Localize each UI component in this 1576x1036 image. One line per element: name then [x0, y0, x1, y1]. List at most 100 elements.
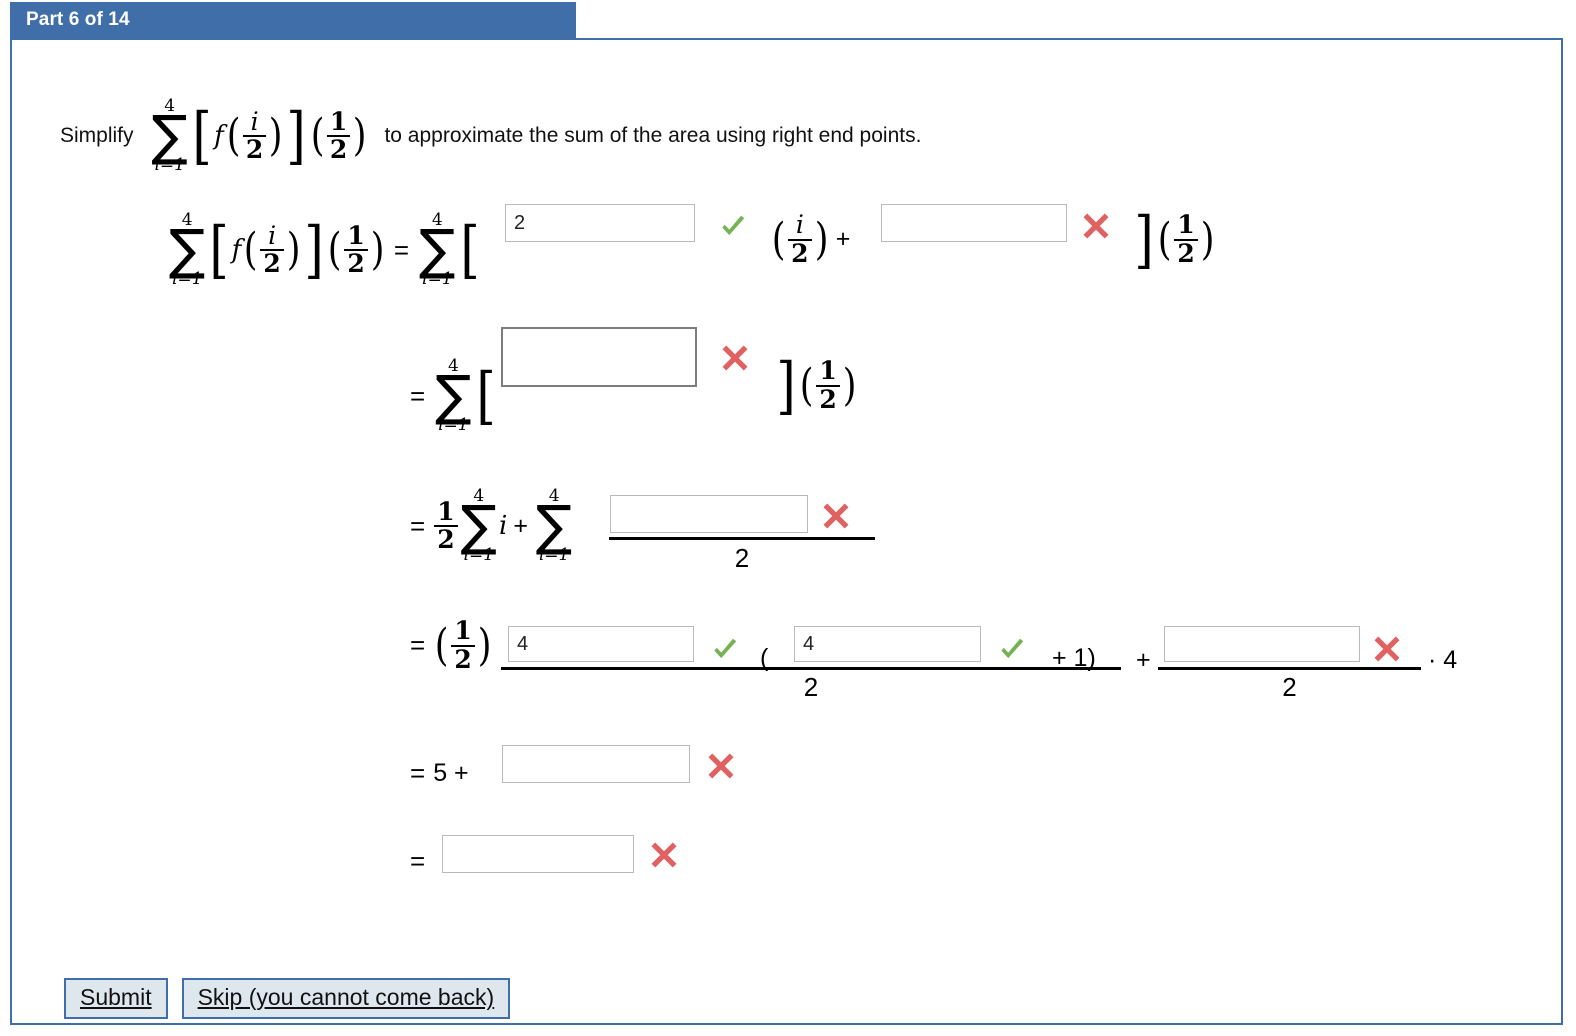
fraction-numerator: 1	[819, 356, 837, 385]
fraction-numerator: i	[268, 220, 277, 250]
sum-lower-limit: i=1	[538, 545, 570, 566]
fraction-bar-4a	[501, 667, 1121, 670]
equals-sign: =	[410, 510, 426, 541]
sum-lower-limit: i=1	[171, 269, 203, 290]
fraction-denominator: 2	[326, 135, 351, 164]
right-paren-icon: )	[477, 619, 492, 671]
cross-icon	[1081, 211, 1111, 241]
summation-symbol: 4 ∑ i=1	[435, 358, 471, 434]
prompt-line: Simplify 4 ∑ i=1 [ f ( i 2 ) ] ( 1 2 ) t…	[60, 98, 921, 174]
right-bracket-icon-2: ]	[1134, 202, 1154, 276]
left-bracket-icon: [	[192, 99, 212, 173]
fraction-numerator: i	[250, 106, 259, 136]
fraction-numerator: 1	[329, 106, 348, 136]
coefficient-one-half: 1 2	[451, 616, 475, 673]
part-header-tab: Part 6 of 14	[10, 2, 576, 38]
answer-input-4b[interactable]	[794, 626, 981, 662]
fraction-numerator: i	[795, 210, 804, 239]
summation-symbol-2: 4 ∑ i=1	[419, 212, 455, 288]
answer-input-6a[interactable]	[442, 835, 634, 873]
fraction-denominator: 2	[788, 238, 812, 268]
function-f-label: f	[231, 235, 242, 266]
left-paren-icon-2: (	[310, 110, 325, 162]
left-bracket-icon: [	[475, 359, 496, 433]
left-paren-icon: (	[799, 359, 814, 411]
fraction-denominator-4a: 2	[803, 672, 819, 702]
question-content-panel: Simplify 4 ∑ i=1 [ f ( i 2 ) ] ( 1 2 ) t…	[10, 38, 1563, 1025]
fraction-denominator: 2	[816, 384, 840, 414]
left-bracket-icon: [	[209, 213, 230, 287]
sigma-glyph: ∑	[151, 104, 188, 167]
index-variable: i	[498, 511, 508, 542]
sum-lower-limit: i=1	[154, 155, 185, 176]
right-paren-icon-2: )	[370, 224, 385, 276]
check-icon	[710, 635, 740, 665]
fraction-denominator: 2	[260, 249, 284, 278]
fraction-1-over-2: 1 2	[344, 222, 368, 278]
fraction-bar-3	[609, 537, 875, 540]
function-f-label: f	[214, 121, 224, 152]
answer-input-4a[interactable]	[508, 626, 694, 662]
prompt-lead-text: Simplify	[60, 124, 134, 148]
skip-button[interactable]: Skip (you cannot come back)	[181, 978, 511, 1019]
line-4-plus: +	[1130, 646, 1157, 675]
work-line-1: 4 ∑ i=1 [ f ( i 2 ) ] ( 1 2 ) = 4 ∑ i=1 …	[167, 212, 482, 288]
answer-input-1b[interactable]	[881, 204, 1067, 242]
work-line-2: = 4 ∑ i=1 [	[402, 358, 498, 434]
left-paren-icon-4: (	[1157, 213, 1172, 265]
right-paren-icon: )	[842, 359, 857, 411]
work-line-2-tail: ] ( 1 2 )	[774, 354, 858, 415]
fraction-1-over-2: 1 2	[326, 106, 351, 164]
left-paren-icon: (	[243, 224, 258, 276]
right-paren-icon-4: )	[1200, 213, 1215, 265]
sigma-glyph: ∑	[460, 494, 497, 557]
work-line-1-mid: ( i 2 ) +	[770, 210, 856, 268]
fraction-numerator: 1	[437, 496, 455, 526]
answer-input-4c[interactable]	[1164, 626, 1360, 662]
left-paren-icon: (	[226, 110, 241, 162]
equals-sign: =	[393, 234, 410, 265]
cross-icon	[821, 501, 851, 531]
work-line-1-tail: ] ( 1 2 )	[1132, 202, 1216, 276]
plus-sign: +	[835, 225, 851, 253]
line-4-tail: · 4	[1428, 646, 1457, 675]
fraction-denominator: 2	[344, 249, 368, 278]
fraction-numerator: 1	[454, 616, 472, 645]
check-icon	[997, 635, 1027, 665]
sum-lower-limit: i=1	[422, 269, 453, 290]
work-line-6: =	[402, 846, 433, 877]
right-paren-icon: )	[286, 224, 301, 276]
right-bracket-icon: ]	[304, 213, 324, 287]
action-button-row: Submit Skip (you cannot come back)	[64, 978, 511, 1019]
equals-sign: =	[410, 380, 426, 411]
summation-symbol-2: 4 ∑ i=1	[536, 488, 572, 564]
fraction-i-over-2: i 2	[788, 210, 812, 268]
summation-symbol: 4 ∑ i=1	[152, 98, 188, 174]
times-four-text: · 4	[1428, 646, 1458, 674]
left-bracket-icon-2: [	[459, 213, 480, 287]
sigma-glyph: ∑	[419, 218, 456, 281]
answer-input-2a[interactable]	[501, 327, 697, 387]
fraction-denominator-3: 2	[734, 543, 750, 573]
submit-button[interactable]: Submit	[64, 978, 168, 1019]
equals-sign: =	[410, 630, 426, 660]
cross-icon	[720, 343, 750, 373]
cross-icon	[649, 840, 679, 870]
fraction-1-over-2: 1 2	[816, 356, 840, 414]
left-paren-icon-3: (	[771, 213, 786, 265]
answer-input-3a[interactable]	[610, 495, 808, 533]
right-paren-icon: )	[269, 110, 283, 162]
left-paren-icon-2: (	[327, 224, 342, 276]
sigma-glyph: ∑	[169, 218, 206, 281]
plus-sign: +	[1136, 646, 1151, 674]
fraction-i-over-2: i 2	[260, 220, 284, 278]
fraction-i-over-2: i 2	[242, 106, 267, 164]
left-paren-icon: (	[434, 619, 449, 671]
coefficient-one-half: 1 2	[434, 496, 458, 554]
check-icon	[718, 212, 748, 242]
fraction-denominator: 2	[242, 135, 267, 164]
fraction-denominator: 2	[1174, 238, 1198, 268]
answer-input-5a[interactable]	[502, 745, 690, 783]
answer-input-1a[interactable]	[505, 204, 695, 242]
cross-icon	[1372, 634, 1402, 664]
